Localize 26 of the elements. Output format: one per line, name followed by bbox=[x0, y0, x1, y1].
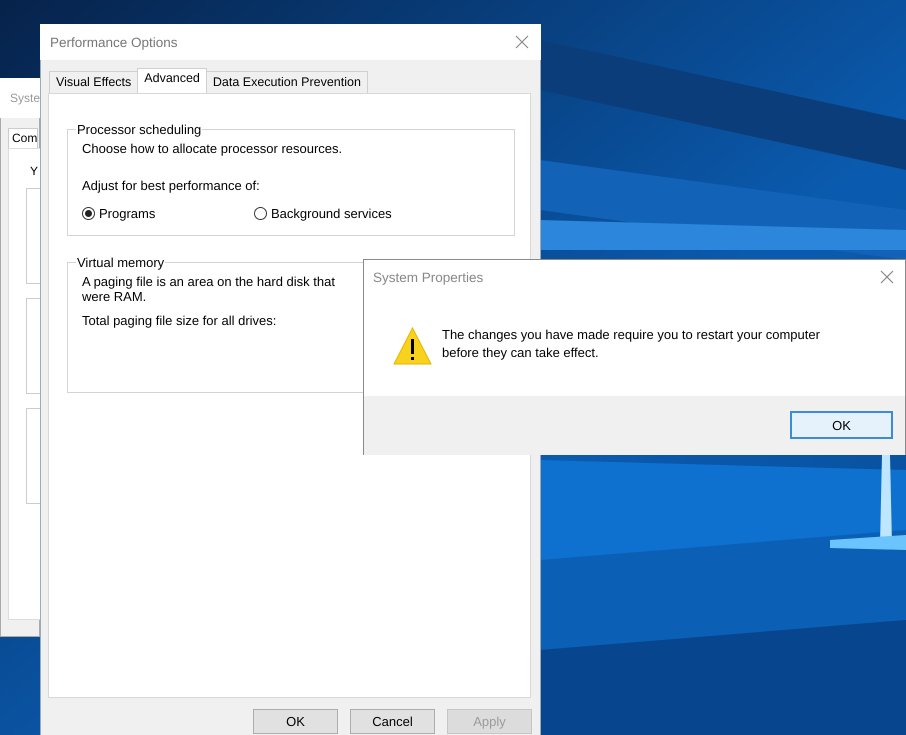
description-text: Choose how to allocate processor resources. bbox=[82, 141, 344, 156]
group-title: Virtual memory bbox=[76, 255, 166, 270]
tab[interactable]: Visual Effects bbox=[49, 71, 138, 93]
tab[interactable]: Data Execution Prevention bbox=[206, 71, 368, 93]
tab[interactable]: Com bbox=[8, 128, 38, 148]
dialog-button[interactable]: Cancel bbox=[350, 709, 435, 734]
window-title: Syste bbox=[10, 91, 40, 105]
radio-button[interactable] bbox=[82, 207, 95, 220]
close-icon[interactable] bbox=[880, 270, 894, 284]
radio-button[interactable] bbox=[254, 207, 267, 220]
warning-icon bbox=[393, 327, 432, 365]
ok-button[interactable]: OK bbox=[790, 411, 893, 439]
close-icon[interactable] bbox=[515, 35, 529, 49]
intro-text: Y bbox=[30, 164, 38, 178]
radio-label[interactable]: Background services bbox=[271, 206, 392, 221]
tab[interactable]: Advanced bbox=[137, 68, 207, 93]
description-text: A paging file is an area on the hard disk that bbox=[82, 274, 335, 289]
dialog-button[interactable]: OK bbox=[253, 709, 338, 734]
message-text: The changes you have made require you to restart your computer before they can take effect. bbox=[442, 326, 821, 362]
radio-label[interactable]: Programs bbox=[99, 206, 156, 221]
group-title: Processor scheduling bbox=[76, 122, 202, 137]
description-text: were RAM. bbox=[82, 289, 146, 304]
window-title: Performance Options bbox=[50, 34, 178, 50]
window-title: System Properties bbox=[373, 270, 484, 284]
total-size-label: Total paging file size for all drives: bbox=[82, 313, 278, 328]
prompt-text: Adjust for best performance of: bbox=[82, 178, 261, 193]
